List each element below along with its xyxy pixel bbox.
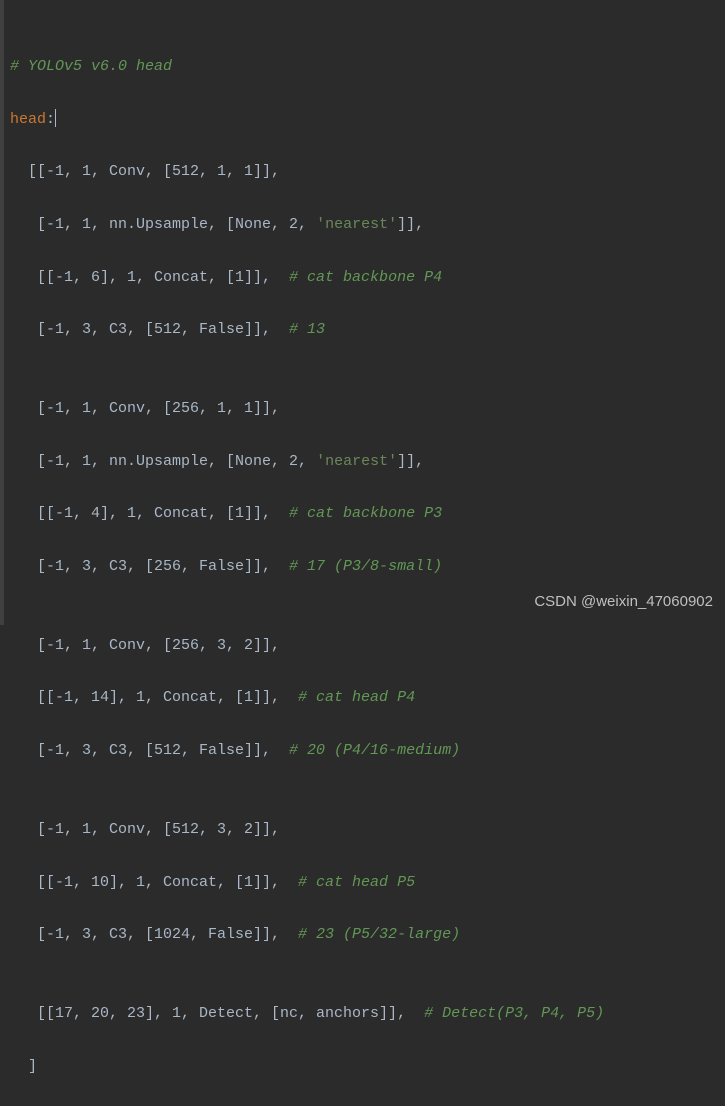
code-line: [[-1, 14], 1, Concat, [1]], — [10, 689, 298, 706]
comment: # Detect(P3, P4, P5) — [424, 1005, 604, 1022]
code-line: [[-1, 1, Conv, [512, 1, 1]], — [10, 163, 280, 180]
code-line: [[17, 20, 23], 1, Detect, [nc, anchors]]… — [10, 1005, 424, 1022]
code-line: ]], — [397, 453, 424, 470]
yaml-key: head — [10, 111, 46, 128]
code-line: [[-1, 6], 1, Concat, [1]], — [10, 269, 289, 286]
code-line: [[-1, 4], 1, Concat, [1]], — [10, 505, 289, 522]
comment-header: # YOLOv5 v6.0 head — [10, 58, 172, 75]
code-line: [-1, 1, Conv, [256, 1, 1]], — [10, 400, 280, 417]
comment: # 20 (P4/16-medium) — [289, 742, 460, 759]
colon: : — [46, 111, 55, 128]
text-cursor — [55, 109, 56, 127]
watermark: CSDN @weixin_47060902 — [534, 589, 713, 615]
code-line: [-1, 3, C3, [256, False]], — [10, 558, 289, 575]
string-literal: 'nearest' — [316, 453, 397, 470]
comment: # cat backbone P3 — [289, 505, 442, 522]
code-line: [-1, 1, Conv, [256, 3, 2]], — [10, 637, 280, 654]
comment: # 17 (P3/8-small) — [289, 558, 442, 575]
code-line: [-1, 1, nn.Upsample, [None, 2, — [10, 453, 316, 470]
comment: # 13 — [289, 321, 325, 338]
code-line: ]], — [397, 216, 424, 233]
code-editor[interactable]: # YOLOv5 v6.0 head head: [[-1, 1, Conv, … — [4, 0, 725, 1106]
code-line: [-1, 1, Conv, [512, 3, 2]], — [10, 821, 280, 838]
comment: # cat head P5 — [298, 874, 415, 891]
code-line: [-1, 3, C3, [512, False]], — [10, 321, 289, 338]
comment: # 23 (P5/32-large) — [298, 926, 460, 943]
code-line: [-1, 3, C3, [1024, False]], — [10, 926, 298, 943]
code-line: ] — [10, 1058, 37, 1075]
code-line: [-1, 3, C3, [512, False]], — [10, 742, 289, 759]
code-line: [-1, 1, nn.Upsample, [None, 2, — [10, 216, 316, 233]
string-literal: 'nearest' — [316, 216, 397, 233]
code-line: [[-1, 10], 1, Concat, [1]], — [10, 874, 298, 891]
comment: # cat head P4 — [298, 689, 415, 706]
comment: # cat backbone P4 — [289, 269, 442, 286]
